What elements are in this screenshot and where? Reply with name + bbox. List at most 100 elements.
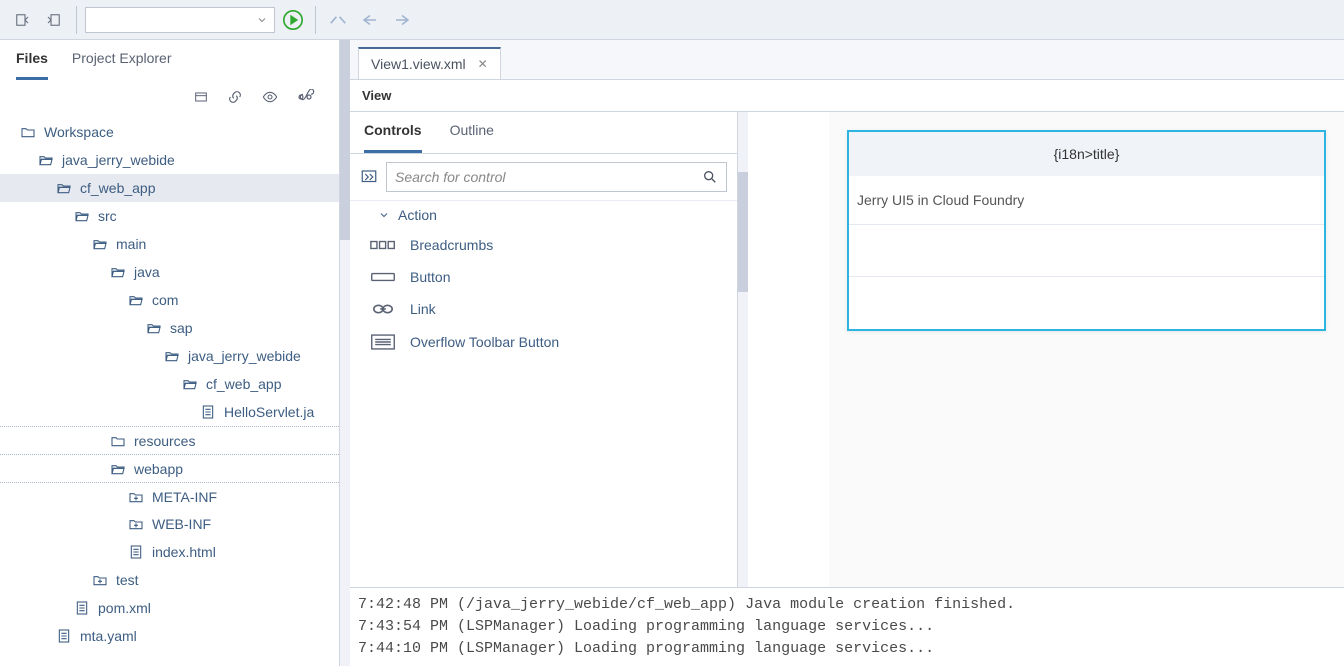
file-tree: Workspace java_jerry_webide cf_web_app s… — [0, 114, 339, 666]
folder-plus-icon — [126, 487, 146, 507]
collapse-icon[interactable] — [193, 89, 209, 105]
folder-open-icon — [162, 346, 182, 366]
tab-files[interactable]: Files — [16, 50, 48, 80]
tree-label: index.html — [148, 544, 216, 560]
folder-open-icon — [180, 374, 200, 394]
toolbar-separator — [76, 6, 77, 34]
search-icon — [702, 169, 718, 185]
folder-open-icon — [90, 234, 110, 254]
controls-tabs: Controls Outline — [350, 112, 737, 154]
control-label: Button — [410, 269, 450, 285]
tree-workspace[interactable]: Workspace — [0, 118, 339, 146]
tree-mta[interactable]: mta.yaml — [0, 622, 339, 650]
tree-label: resources — [130, 433, 195, 449]
tree-pom[interactable]: pom.xml — [0, 594, 339, 622]
tab-project-explorer[interactable]: Project Explorer — [72, 50, 172, 80]
eye-icon[interactable] — [261, 89, 279, 105]
close-icon[interactable]: ✕ — [478, 57, 488, 71]
preview-empty-row — [849, 225, 1324, 277]
tree-label: WEB-INF — [148, 516, 211, 532]
preview-title: {i18n>title} — [849, 132, 1324, 176]
preview-text-row: Jerry UI5 in Cloud Foundry — [849, 176, 1324, 225]
tree-java-jerry-webide[interactable]: java_jerry_webide — [0, 146, 339, 174]
chevron-down-icon — [378, 209, 390, 221]
nav-updown-icon[interactable] — [324, 6, 352, 34]
editor-tabs: View1.view.xml ✕ — [350, 40, 1344, 80]
console-panel: 7:42:48 PM (/java_jerry_webide/cf_web_ap… — [350, 587, 1344, 666]
file-icon — [54, 626, 74, 646]
preview-thumb-icon[interactable] — [360, 168, 378, 186]
control-label: Overflow Toolbar Button — [410, 334, 559, 350]
export-icon-btn[interactable] — [8, 6, 36, 34]
file-icon — [72, 598, 92, 618]
tree-cf-web-app[interactable]: cf_web_app — [0, 174, 339, 202]
controls-pane: Controls Outline Search for control — [350, 112, 738, 587]
section-label: Action — [398, 207, 437, 223]
control-overflow-toolbar-button[interactable]: Overflow Toolbar Button — [350, 325, 737, 359]
preview-empty-row — [849, 277, 1324, 329]
folder-icon — [18, 122, 38, 142]
button-icon — [370, 271, 396, 283]
infinity-icon[interactable] — [297, 89, 317, 105]
search-input[interactable]: Search for control — [386, 162, 727, 192]
left-pane: Files Project Explorer Workspace java_je… — [0, 40, 340, 666]
control-label: Breadcrumbs — [410, 237, 493, 253]
import-icon-btn[interactable] — [40, 6, 68, 34]
run-config-combo[interactable] — [85, 7, 275, 33]
tab-outline[interactable]: Outline — [450, 122, 494, 153]
tree-metainf[interactable]: META-INF — [0, 482, 339, 510]
tree-pkg2[interactable]: cf_web_app — [0, 370, 339, 398]
folder-open-icon — [54, 178, 74, 198]
nav-back-icon[interactable] — [356, 6, 384, 34]
file-icon — [126, 542, 146, 562]
tree-label: HelloServlet.ja — [220, 404, 314, 420]
left-scrollbar[interactable] — [340, 40, 350, 666]
tree-label: cf_web_app — [202, 376, 282, 392]
control-link[interactable]: Link — [350, 293, 737, 325]
tree-label: sap — [166, 320, 193, 336]
scrollbar-thumb[interactable] — [340, 40, 350, 240]
tree-resources[interactable]: resources — [0, 426, 339, 454]
tree-hello-servlet[interactable]: HelloServlet.ja — [0, 398, 339, 426]
link-icon — [370, 303, 396, 315]
tree-label: java — [130, 264, 160, 280]
tree-test[interactable]: test — [0, 566, 339, 594]
run-button[interactable] — [279, 6, 307, 34]
left-tabs: Files Project Explorer — [0, 40, 339, 80]
tree-webapp[interactable]: webapp — [0, 454, 339, 482]
tree-java[interactable]: java — [0, 258, 339, 286]
nav-forward-icon[interactable] — [388, 6, 416, 34]
tree-label: webapp — [130, 461, 183, 477]
tree-label: pom.xml — [94, 600, 151, 616]
scrollbar-thumb[interactable] — [738, 172, 748, 292]
tree-pkg[interactable]: java_jerry_webide — [0, 342, 339, 370]
tree-label: META-INF — [148, 489, 217, 505]
tree-label: java_jerry_webide — [58, 152, 175, 168]
top-toolbar — [0, 0, 1344, 40]
tab-controls[interactable]: Controls — [364, 122, 422, 153]
control-button[interactable]: Button — [350, 261, 737, 293]
tree-main[interactable]: main — [0, 230, 339, 258]
tree-com[interactable]: com — [0, 286, 339, 314]
tree-src[interactable]: src — [0, 202, 339, 230]
folder-open-icon — [126, 290, 146, 310]
folder-open-icon — [108, 459, 128, 479]
tree-sap[interactable]: sap — [0, 314, 339, 342]
breadcrumbs-icon — [370, 239, 396, 251]
editor-tab-view1[interactable]: View1.view.xml ✕ — [358, 47, 501, 79]
tree-label: test — [112, 572, 139, 588]
folder-icon — [108, 431, 128, 451]
preview-area: {i18n>title} Jerry UI5 in Cloud Foundry — [829, 112, 1344, 587]
preview-card[interactable]: {i18n>title} Jerry UI5 in Cloud Foundry — [847, 130, 1326, 331]
tree-index-html[interactable]: index.html — [0, 538, 339, 566]
console-line: 7:43:54 PM (LSPManager) Loading programm… — [358, 616, 1336, 638]
view-mode-label: View — [350, 80, 1344, 112]
folder-open-icon — [144, 318, 164, 338]
tree-label: cf_web_app — [76, 180, 156, 196]
section-action[interactable]: Action — [350, 201, 737, 229]
tree-webinf[interactable]: WEB-INF — [0, 510, 339, 538]
link-icon[interactable] — [227, 89, 243, 105]
control-breadcrumbs[interactable]: Breadcrumbs — [350, 229, 737, 261]
controls-scrollbar[interactable] — [738, 112, 748, 587]
editor-tab-label: View1.view.xml — [371, 56, 466, 72]
